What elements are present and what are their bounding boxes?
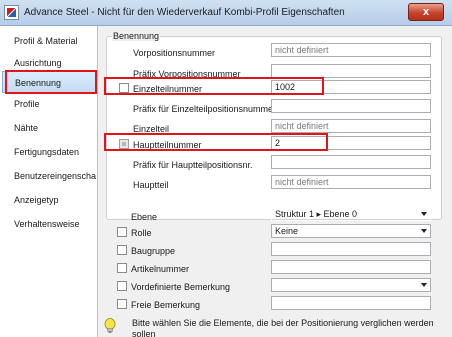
title-bar: Advance Steel - Nicht für den Wiederverk… <box>0 0 452 26</box>
highlight-frame-einzelteilnummer <box>104 77 324 95</box>
baugruppe-label: Baugruppe <box>131 246 176 256</box>
freie-bemerkung-field[interactable] <box>271 296 431 310</box>
sidebar-item-fertigungsdaten[interactable]: Fertigungsdaten <box>2 141 96 163</box>
praefix-einzelteil-label: Präfix für Einzelteilpositionsnummer <box>133 104 277 114</box>
artikelnummer-label: Artikelnummer <box>131 264 190 274</box>
baugruppe-checkbox[interactable] <box>117 245 127 255</box>
sidebar-item-profile[interactable]: Profile <box>2 93 96 115</box>
praefix-einzelteil-field[interactable] <box>271 99 431 113</box>
artikelnummer-field[interactable] <box>271 260 431 274</box>
hauptteil-label: Hauptteil <box>133 180 169 190</box>
vordefinierte-bemerkung-select[interactable] <box>271 278 431 292</box>
close-button[interactable]: x <box>408 3 444 21</box>
praefix-hauptteil-field[interactable] <box>271 155 431 169</box>
highlight-frame-hauptteilnummer <box>104 133 328 151</box>
rolle-value: Keine <box>275 226 299 236</box>
properties-panel: Benennung Vorpositionsnummer nicht defin… <box>98 26 452 337</box>
highlight-frame-benennung <box>5 70 97 94</box>
vorpositionsnummer-field[interactable]: nicht definiert <box>271 43 431 57</box>
sidebar-item-verhaltensweise[interactable]: Verhaltensweise <box>2 213 96 235</box>
vordefinierte-bemerkung-label: Vordefinierte Bemerkung <box>131 282 231 292</box>
vorpositionsnummer-label: Vorpositionsnummer <box>133 48 216 58</box>
baugruppe-field[interactable] <box>271 242 431 256</box>
ebene-value: Struktur 1 ▸ Ebene 0 <box>275 209 358 219</box>
sidebar-item-naehte[interactable]: Nähte <box>2 117 96 139</box>
praefix-vorpositionsnummer-field[interactable] <box>271 64 431 78</box>
app-logo-icon <box>4 5 19 20</box>
chevron-down-icon <box>421 229 427 233</box>
sidebar-item-benutzereigenschaften[interactable]: Benutzereingenscha... <box>2 165 96 187</box>
lightbulb-icon <box>104 318 116 333</box>
freie-bemerkung-checkbox[interactable] <box>117 299 127 309</box>
hauptteil-field[interactable]: nicht definiert <box>271 175 431 189</box>
rolle-label: Rolle <box>131 228 152 238</box>
window-title: Advance Steel - Nicht für den Wiederverk… <box>24 7 345 18</box>
sidebar-item-anzeigetyp[interactable]: Anzeigetyp <box>2 189 96 211</box>
hint-text-line2: sollen <box>132 329 156 337</box>
hint-text-line1: Bitte wählen Sie die Elemente, die bei d… <box>132 318 434 328</box>
freie-bemerkung-label: Freie Bemerkung <box>131 300 201 310</box>
rolle-select[interactable]: Keine <box>271 224 431 238</box>
praefix-hauptteil-label: Präfix für Hauptteilpositionsnr. <box>133 160 253 170</box>
sidebar-item-profil-material[interactable]: Profil & Material <box>2 30 96 52</box>
vordefinierte-bemerkung-checkbox[interactable] <box>117 281 127 291</box>
einzelteil-field[interactable]: nicht definiert <box>271 119 431 133</box>
benennung-group-title: Benennung <box>112 31 161 41</box>
rolle-checkbox[interactable] <box>117 227 127 237</box>
ebene-select[interactable]: Struktur 1 ▸ Ebene 0 <box>271 207 431 221</box>
chevron-down-icon <box>421 283 427 287</box>
ebene-label: Ebene <box>131 212 158 222</box>
artikelnummer-checkbox[interactable] <box>117 263 127 273</box>
chevron-down-icon <box>421 212 427 216</box>
